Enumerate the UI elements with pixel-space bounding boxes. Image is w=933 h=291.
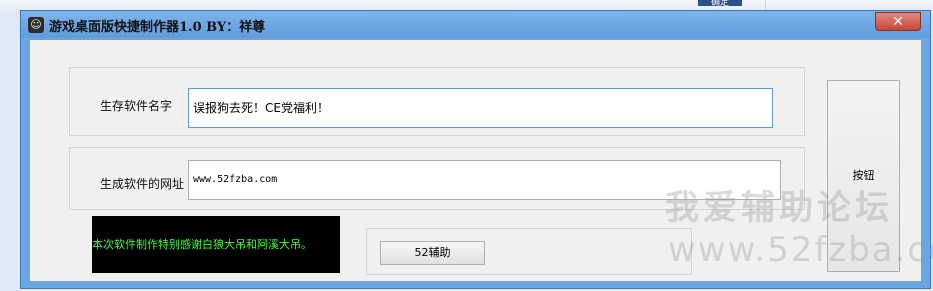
main-button[interactable]: 按钮: [827, 80, 900, 272]
title-bar[interactable]: ☺ 游戏桌面版快捷制作器1.0 BY：祥尊 ✕: [21, 11, 930, 38]
close-icon: ✕: [892, 14, 904, 30]
app-window: ☺ 游戏桌面版快捷制作器1.0 BY：祥尊 ✕ 生存软件名字 误报狗去死！CE党…: [20, 10, 931, 289]
software-url-label: 生成软件的网址: [100, 177, 185, 191]
close-button[interactable]: ✕: [875, 12, 921, 31]
background-confirm-button[interactable]: 确定: [698, 0, 742, 6]
thanks-banner: 本次软件制作特别感谢白狼大吊和阿溪大吊。: [92, 216, 340, 273]
app-icon: ☺: [28, 17, 44, 33]
background-divider: [765, 0, 766, 10]
thanks-banner-text: 本次软件制作特别感谢白狼大吊和阿溪大吊。: [92, 238, 312, 251]
software-name-input[interactable]: 误报狗去死！CE党福利！: [188, 88, 773, 128]
client-area: 生存软件名字 误报狗去死！CE党福利！ 生成软件的网址 www.52fzba.c…: [29, 39, 922, 282]
helper-52-button[interactable]: 52辅助: [380, 241, 485, 265]
software-url-input[interactable]: www.52fzba.com: [188, 160, 781, 200]
software-name-label: 生存软件名字: [100, 99, 173, 113]
window-title: 游戏桌面版快捷制作器1.0 BY：祥尊: [49, 20, 266, 35]
